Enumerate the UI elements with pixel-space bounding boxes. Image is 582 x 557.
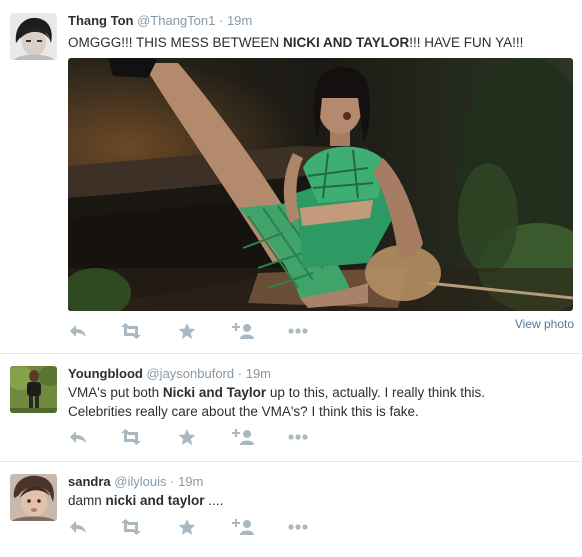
search-highlight: Nicki and Taylor	[162, 385, 267, 400]
more-dots-icon[interactable]	[287, 322, 308, 340]
tweet[interactable]: Youngblood @jaysonbuford · 19m VMA's put…	[0, 354, 582, 462]
text-part: ....	[204, 493, 224, 508]
tweet-text: damn nicki and taylor ....	[68, 491, 573, 510]
more-dots-icon[interactable]	[287, 428, 308, 446]
more-dots-icon[interactable]	[287, 518, 308, 536]
tweet-header: Youngblood @jaysonbuford · 19m	[68, 366, 271, 381]
separator: ·	[170, 474, 175, 489]
tweet[interactable]: sandra @ilylouis · 19m damn nicki and ta…	[0, 462, 582, 557]
user-handle[interactable]: @ilylouis	[114, 474, 166, 489]
text-part: !!! HAVE FUN YA!!!	[409, 35, 524, 50]
follow-person-icon[interactable]	[232, 518, 254, 536]
favorite-star-icon[interactable]	[177, 518, 197, 536]
tweet-header: sandra @ilylouis · 19m	[68, 474, 203, 489]
user-handle[interactable]: @jaysonbuford	[146, 366, 234, 381]
search-highlight: NICKI AND TAYLOR	[283, 35, 410, 50]
favorite-star-icon[interactable]	[177, 428, 197, 446]
avatar[interactable]	[10, 366, 57, 413]
avatar[interactable]	[10, 474, 57, 521]
retweet-icon[interactable]	[120, 518, 141, 536]
follow-person-icon[interactable]	[232, 428, 254, 446]
tweet-text: OMGGG!!! THIS MESS BETWEEN NICKI AND TAY…	[68, 33, 573, 52]
text-part: Celebrities really care about the VMA's?…	[68, 404, 419, 419]
user-name[interactable]: Thang Ton	[68, 13, 133, 28]
tweet[interactable]: Thang Ton @ThangTon1 · 19m OMGGG!!! THIS…	[0, 0, 582, 354]
timestamp[interactable]: 19m	[246, 366, 271, 381]
tweet-actions	[68, 322, 328, 340]
tweet-photo[interactable]	[68, 58, 573, 311]
text-part: up to this, actually. I really think thi…	[266, 385, 486, 400]
text-part: OMGGG!!! THIS MESS BETWEEN	[68, 35, 284, 50]
view-photo-link[interactable]: View photo	[515, 317, 574, 331]
separator: ·	[237, 366, 243, 381]
reply-icon[interactable]	[68, 428, 88, 446]
timestamp[interactable]: 19m	[227, 13, 252, 28]
reply-icon[interactable]	[68, 322, 88, 340]
retweet-icon[interactable]	[120, 428, 141, 446]
search-highlight: nicki and taylor	[105, 493, 205, 508]
user-handle[interactable]: @ThangTon1	[137, 13, 215, 28]
separator: ·	[218, 13, 224, 28]
timestamp[interactable]: 19m	[178, 474, 203, 489]
user-name[interactable]: Youngblood	[68, 366, 143, 381]
tweet-actions	[68, 428, 328, 446]
reply-icon[interactable]	[68, 518, 88, 536]
tweet-actions	[68, 518, 328, 536]
text-part: VMA's put both	[68, 385, 163, 400]
user-name[interactable]: sandra	[68, 474, 111, 489]
text-part: damn	[68, 493, 106, 508]
favorite-star-icon[interactable]	[177, 322, 197, 340]
avatar[interactable]	[10, 13, 57, 60]
tweet-text: VMA's put both Nicki and Taylor up to th…	[68, 383, 573, 421]
follow-person-icon[interactable]	[232, 322, 254, 340]
tweet-header: Thang Ton @ThangTon1 · 19m	[68, 13, 252, 28]
retweet-icon[interactable]	[120, 322, 141, 340]
